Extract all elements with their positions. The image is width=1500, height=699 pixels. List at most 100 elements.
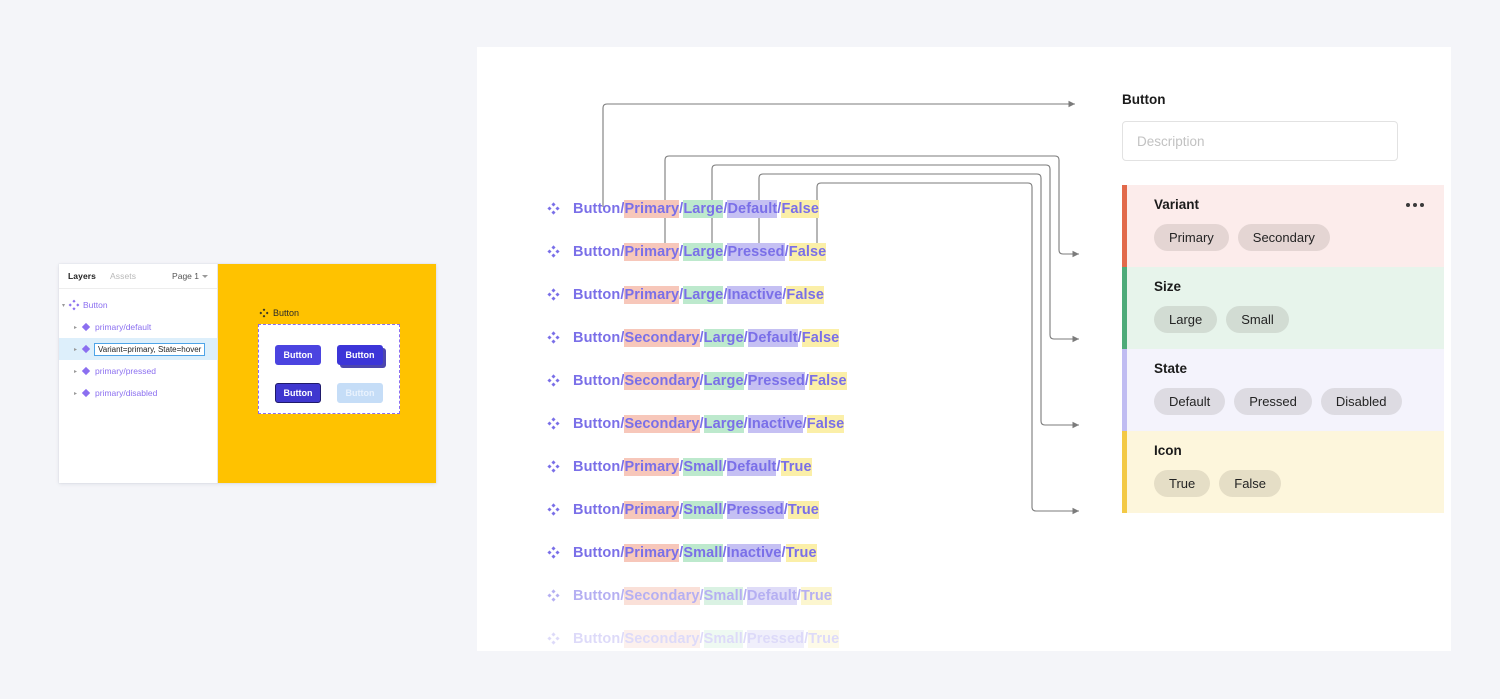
segment-size: Large: [683, 199, 724, 218]
segment-prefix: Button: [573, 329, 621, 346]
variant-name-row[interactable]: Button / Primary / Large / Default / False: [547, 187, 847, 230]
disclosure-triangle-icon[interactable]: ▸: [71, 390, 80, 397]
component-set-frame[interactable]: Button Button Button Button: [258, 324, 400, 414]
variant-name-row[interactable]: Button / Secondary / Large / Inactive / False: [547, 402, 847, 445]
property-group-label: Size: [1154, 279, 1182, 294]
more-horizontal-icon[interactable]: [1406, 202, 1424, 207]
page-selector-label: Page 1: [172, 271, 199, 281]
variant-name-row[interactable]: Button / Primary / Large / Pressed / False: [547, 230, 847, 273]
chip-large[interactable]: Large: [1154, 306, 1218, 333]
variant-name-row[interactable]: Button / Primary / Small / Default / True: [547, 445, 847, 488]
variant-name-row[interactable]: Button / Primary / Small / Inactive / True: [547, 531, 847, 574]
segment-variant: Secondary: [624, 586, 700, 605]
description-placeholder: Description: [1137, 133, 1205, 149]
layer-row-primary-pressed[interactable]: ▸ primary/pressed: [59, 360, 217, 382]
disclosure-triangle-icon[interactable]: ▸: [71, 346, 80, 353]
layer-row-primary-disabled[interactable]: ▸ primary/disabled: [59, 382, 217, 404]
segment-state: Pressed: [727, 242, 785, 261]
disclosure-triangle-icon[interactable]: ▸: [71, 324, 80, 331]
component-icon: [547, 330, 561, 345]
segment-variant: Secondary: [624, 328, 700, 347]
property-group-header: Variant: [1154, 197, 1444, 212]
button-variant-default[interactable]: Button: [275, 345, 321, 365]
segment-variant: Primary: [624, 500, 680, 519]
tab-assets[interactable]: Assets: [110, 271, 136, 281]
variant-name-row[interactable]: Button / Primary / Small / Pressed / True: [547, 488, 847, 531]
wire-icon: [816, 182, 1079, 515]
segment-size: Large: [703, 328, 744, 347]
chip-small[interactable]: Small: [1226, 306, 1289, 333]
chip-true[interactable]: True: [1154, 470, 1211, 497]
disclosure-triangle-icon[interactable]: ▾: [59, 302, 68, 309]
component-icon: [547, 244, 561, 259]
segment-size: Small: [683, 457, 723, 476]
segment-icon: True: [800, 586, 832, 605]
segment-icon: False: [809, 371, 847, 390]
component-set-icon: [259, 308, 269, 318]
properties-panel: Button Description Variant Primary Secon…: [1122, 92, 1444, 513]
description-input[interactable]: Description: [1122, 121, 1398, 161]
chip-secondary[interactable]: Secondary: [1237, 224, 1330, 251]
screenshot-root: Layers Assets Page 1 ▾ Button ▸ primary/…: [0, 0, 1500, 699]
segment-variant: Primary: [624, 543, 680, 562]
figma-editor-card: Layers Assets Page 1 ▾ Button ▸ primary/…: [59, 264, 436, 483]
segment-variant: Secondary: [624, 371, 700, 390]
segment-prefix: Button: [573, 501, 621, 518]
segment-state: Default: [747, 328, 798, 347]
segment-prefix: Button: [573, 544, 621, 561]
button-variant-disabled[interactable]: Button: [337, 383, 383, 403]
segment-prefix: Button: [573, 415, 621, 432]
chip-primary[interactable]: Primary: [1154, 224, 1229, 251]
chip-disabled[interactable]: Disabled: [1320, 388, 1402, 415]
segment-prefix: Button: [573, 458, 621, 475]
component-set-icon: [68, 299, 80, 311]
segment-state: Inactive: [747, 414, 803, 433]
segment-variant: Secondary: [624, 414, 700, 433]
property-group-variant: Variant Primary Secondary: [1122, 185, 1444, 267]
button-variant-pressed[interactable]: Button: [275, 383, 321, 403]
property-value-chips: Primary Secondary: [1154, 224, 1444, 251]
chip-false[interactable]: False: [1219, 470, 1282, 497]
chip-default[interactable]: Default: [1154, 388, 1226, 415]
layer-row-primary-default[interactable]: ▸ primary/default: [59, 316, 217, 338]
segment-variant: Secondary: [624, 629, 700, 648]
segment-state: Default: [727, 199, 778, 218]
component-icon: [547, 287, 561, 302]
frame-title[interactable]: Button: [259, 308, 299, 318]
segment-variant: Primary: [624, 285, 680, 304]
segment-icon: True: [787, 500, 819, 519]
layer-row-button-set[interactable]: ▾ Button: [59, 294, 217, 316]
layer-rename-input[interactable]: Variant=primary, State=hover: [94, 342, 206, 356]
property-group-label: Variant: [1154, 197, 1200, 212]
frame-title-label: Button: [273, 308, 300, 318]
disclosure-triangle-icon[interactable]: ▸: [71, 368, 80, 375]
variant-name-row[interactable]: Button / Secondary / Small / Pressed / True: [547, 617, 847, 660]
segment-state: Inactive: [726, 543, 782, 562]
design-canvas[interactable]: Button Button Button Button Button: [218, 264, 436, 483]
component-icon: [80, 365, 92, 377]
layer-row-variant-primary-hover[interactable]: ▸ Variant=primary, State=hover: [59, 338, 217, 360]
page-selector[interactable]: Page 1: [172, 271, 208, 281]
variant-name-list: Button / Primary / Large / Default / False Butto…: [547, 187, 847, 660]
segment-prefix: Button: [573, 286, 621, 303]
segment-variant: Primary: [624, 457, 680, 476]
chip-pressed[interactable]: Pressed: [1234, 388, 1312, 415]
segment-state: Pressed: [726, 500, 784, 519]
variant-name-row[interactable]: Button / Secondary / Small / Default / True: [547, 574, 847, 617]
property-value-chips: True False: [1154, 470, 1444, 497]
segment-size: Large: [683, 242, 724, 261]
segment-size: Small: [683, 543, 723, 562]
button-variant-hover[interactable]: Button: [337, 345, 383, 365]
segment-state: Default: [746, 586, 797, 605]
variant-name-row[interactable]: Button / Secondary / Large / Default / False: [547, 316, 847, 359]
component-icon: [547, 631, 561, 646]
segment-state: Inactive: [727, 285, 783, 304]
variant-name-row[interactable]: Button / Primary / Large / Inactive / False: [547, 273, 847, 316]
segment-size: Small: [703, 586, 743, 605]
tab-layers[interactable]: Layers: [68, 271, 96, 281]
component-icon: [547, 502, 561, 517]
layer-label: Button: [83, 300, 108, 310]
segment-variant: Primary: [624, 199, 680, 218]
segment-size: Large: [703, 414, 744, 433]
variant-name-row[interactable]: Button / Secondary / Large / Pressed / False: [547, 359, 847, 402]
